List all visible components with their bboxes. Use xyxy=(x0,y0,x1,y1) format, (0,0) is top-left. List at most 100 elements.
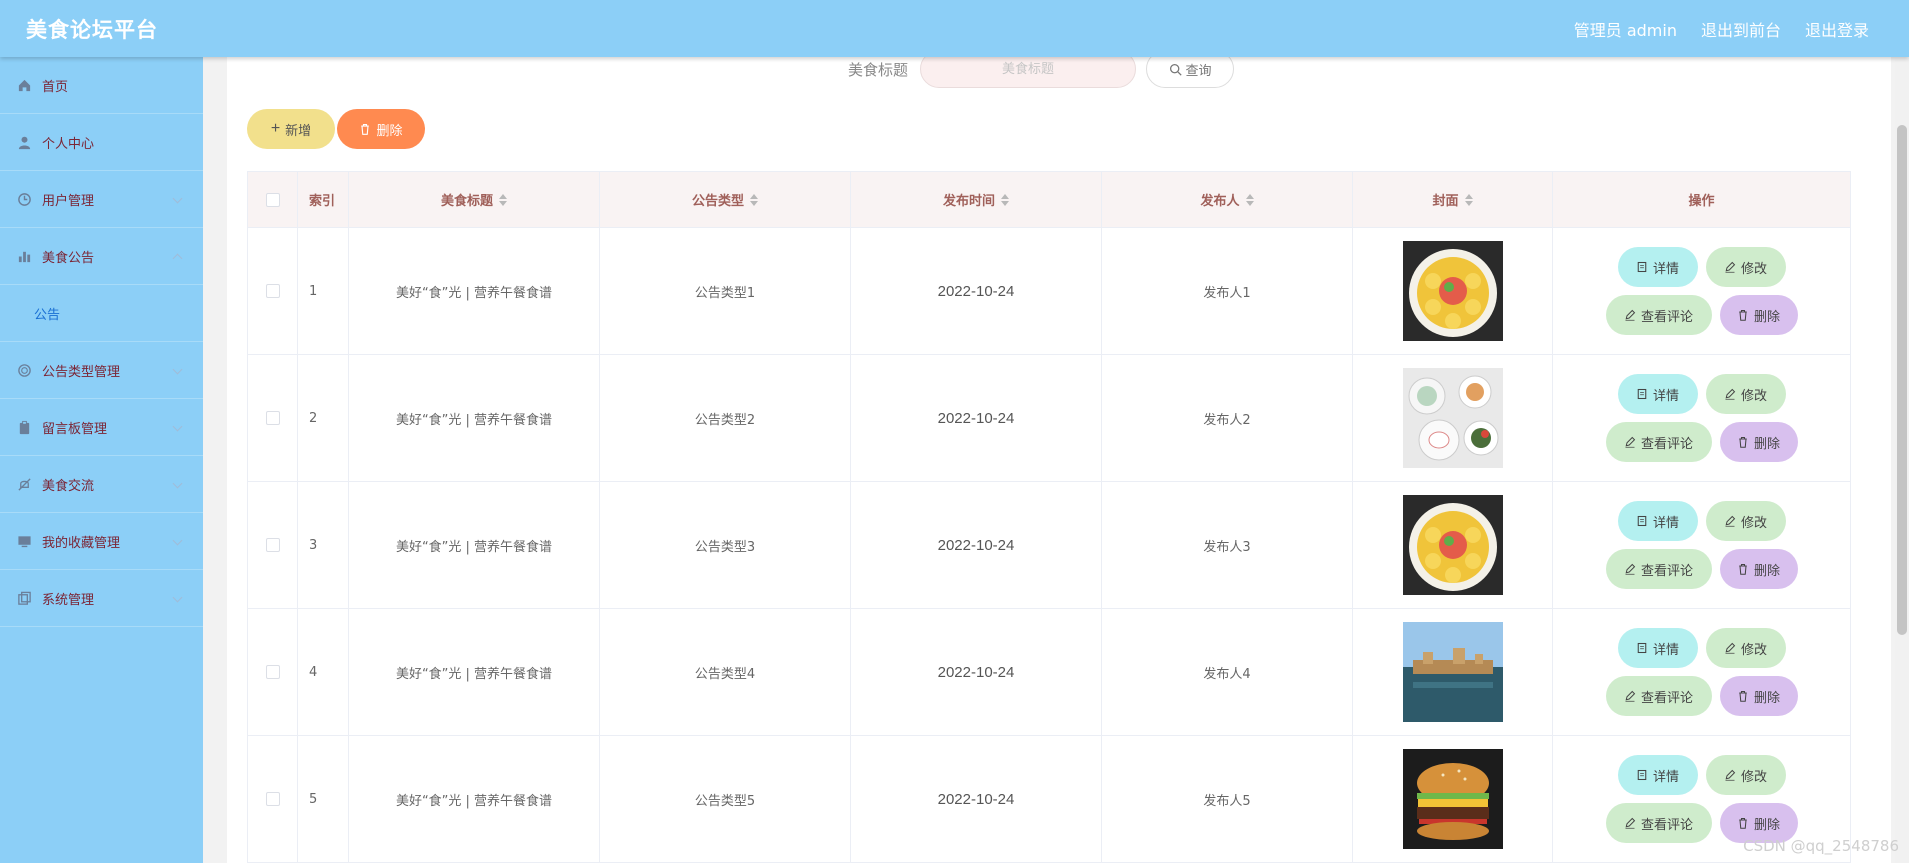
row-checkbox[interactable] xyxy=(265,538,280,552)
ops-line: 详情 修改 xyxy=(1617,374,1786,414)
monitor-icon xyxy=(18,535,31,547)
chevron-down-icon xyxy=(172,364,183,375)
no-bell-icon xyxy=(18,477,31,491)
view-comments-label: 查看评论 xyxy=(1640,562,1693,578)
bar-chart-icon xyxy=(18,251,31,262)
sidebar-item-label: 留言板管理 xyxy=(42,421,108,437)
row-checkbox[interactable] xyxy=(265,792,280,806)
add-button[interactable]: + 新增 xyxy=(247,109,335,149)
row-publisher: 发布人1 xyxy=(1102,228,1353,354)
view-comments-button[interactable]: 查看评论 xyxy=(1605,422,1712,462)
sidebar-item-label: 美食交流 xyxy=(42,478,95,494)
view-comments-button[interactable]: 查看评论 xyxy=(1605,549,1712,589)
header-title[interactable]: 美食标题 xyxy=(349,172,600,227)
chevron-up-icon xyxy=(172,253,183,264)
row-delete-label: 删除 xyxy=(1753,435,1780,451)
row-type: 公告类型1 xyxy=(600,228,851,354)
logout-link[interactable]: 退出登录 xyxy=(1805,17,1869,41)
detail-button[interactable]: 详情 xyxy=(1617,501,1698,541)
cover-image[interactable] xyxy=(1402,622,1503,722)
detail-button[interactable]: 详情 xyxy=(1617,247,1698,287)
edit-icon xyxy=(1625,690,1636,702)
header-checkbox-cell xyxy=(248,172,298,227)
trash-icon xyxy=(1739,436,1747,448)
sidebar-item-food-notice[interactable]: 美食公告 xyxy=(0,228,203,285)
view-comments-button[interactable]: 查看评论 xyxy=(1605,295,1712,335)
admin-user-link[interactable]: 管理员 admin xyxy=(1574,17,1677,41)
edit-button[interactable]: 修改 xyxy=(1705,374,1786,414)
batch-delete-button[interactable]: 删除 xyxy=(337,109,425,149)
header-time[interactable]: 发布时间 xyxy=(851,172,1102,227)
row-delete-button[interactable]: 删除 xyxy=(1719,549,1798,589)
sort-icon[interactable] xyxy=(1245,193,1254,206)
table-header: 索引 美食标题 公告类型 发布时间 发布人 封面 操作 xyxy=(248,172,1850,228)
sidebar-item-favorites[interactable]: 我的收藏管理 xyxy=(0,513,203,570)
row-delete-button[interactable]: 删除 xyxy=(1719,422,1798,462)
edit-icon xyxy=(1725,769,1736,781)
edit-button[interactable]: 修改 xyxy=(1705,501,1786,541)
header-index: 索引 xyxy=(298,172,349,227)
sidebar-subitem-notice[interactable]: 公告 xyxy=(0,285,203,342)
row-index: 3 xyxy=(298,482,349,608)
sidebar-item-users[interactable]: 用户管理 xyxy=(0,171,203,228)
sort-icon[interactable] xyxy=(1001,193,1009,206)
view-comments-label: 查看评论 xyxy=(1640,816,1693,832)
plus-icon: + xyxy=(270,120,281,137)
select-all-checkbox[interactable] xyxy=(265,192,280,207)
header-publisher[interactable]: 发布人 xyxy=(1102,172,1353,227)
sidebar-item-message-board[interactable]: 留言板管理 xyxy=(0,399,203,456)
edit-label: 修改 xyxy=(1740,641,1767,657)
cover-image[interactable] xyxy=(1402,241,1503,341)
ops-line: 详情 修改 xyxy=(1617,501,1786,541)
header-cover[interactable]: 封面 xyxy=(1353,172,1553,227)
row-type: 公告类型5 xyxy=(600,736,851,862)
sidebar-item-notice-type[interactable]: 公告类型管理 xyxy=(0,342,203,399)
clipboard-icon xyxy=(19,420,30,434)
sort-icon[interactable] xyxy=(1464,193,1473,206)
edit-button[interactable]: 修改 xyxy=(1705,247,1786,287)
search-button-label: 查询 xyxy=(1185,62,1212,78)
scrollbar[interactable] xyxy=(1895,57,1909,863)
detail-button[interactable]: 详情 xyxy=(1617,374,1698,414)
row-checkbox[interactable] xyxy=(265,411,280,425)
row-checkbox[interactable] xyxy=(265,665,280,679)
back-to-frontend-link[interactable]: 退出到前台 xyxy=(1701,17,1781,41)
scrollbar-thumb[interactable] xyxy=(1897,125,1907,635)
sidebar-item-food-exchange[interactable]: 美食交流 xyxy=(0,456,203,513)
sidebar-item-home[interactable]: 首页 xyxy=(0,57,203,114)
edit-button[interactable]: 修改 xyxy=(1705,628,1786,668)
cover-image[interactable] xyxy=(1402,368,1503,468)
chevron-down-icon xyxy=(172,592,183,603)
row-type: 公告类型4 xyxy=(600,609,851,735)
cover-image[interactable] xyxy=(1402,749,1503,849)
copy-icon xyxy=(18,591,31,605)
row-time: 2022-10-24 xyxy=(851,228,1102,354)
row-title: 美好“食”光 | 营养午餐食谱 xyxy=(349,355,600,481)
table-row: 2 美好“食”光 | 营养午餐食谱 公告类型2 2022-10-24 发布人2 详情 修改查… xyxy=(248,355,1850,482)
row-checkbox[interactable] xyxy=(265,284,280,298)
sidebar-item-label: 美食公告 xyxy=(42,250,95,266)
sidebar-item-system[interactable]: 系统管理 xyxy=(0,570,203,627)
view-comments-button[interactable]: 查看评论 xyxy=(1605,803,1712,843)
row-delete-button[interactable]: 删除 xyxy=(1719,676,1798,716)
sidebar-item-profile[interactable]: 个人中心 xyxy=(0,114,203,171)
detail-button[interactable]: 详情 xyxy=(1617,628,1698,668)
row-delete-button[interactable]: 删除 xyxy=(1719,295,1798,335)
header-title-label: 美食标题 xyxy=(440,194,493,209)
cover-image[interactable] xyxy=(1402,495,1503,595)
row-checkbox-cell xyxy=(248,355,298,481)
document-icon xyxy=(1637,388,1647,400)
trash-icon xyxy=(1739,817,1747,829)
search-label: 美食标题 xyxy=(848,60,909,79)
edit-button[interactable]: 修改 xyxy=(1705,755,1786,795)
row-checkbox-cell xyxy=(248,228,298,354)
sort-icon[interactable] xyxy=(750,193,758,206)
header-type[interactable]: 公告类型 xyxy=(600,172,851,227)
top-bar: 美食论坛平台 管理员 admin 退出到前台 退出登录 xyxy=(0,0,1909,57)
row-title: 美好“食”光 | 营养午餐食谱 xyxy=(349,736,600,862)
detail-button[interactable]: 详情 xyxy=(1617,755,1698,795)
sort-icon[interactable] xyxy=(499,193,507,206)
row-ops: 详情 修改查看评论 删除 xyxy=(1553,609,1850,735)
view-comments-button[interactable]: 查看评论 xyxy=(1605,676,1712,716)
header-cover-label: 封面 xyxy=(1432,194,1459,209)
